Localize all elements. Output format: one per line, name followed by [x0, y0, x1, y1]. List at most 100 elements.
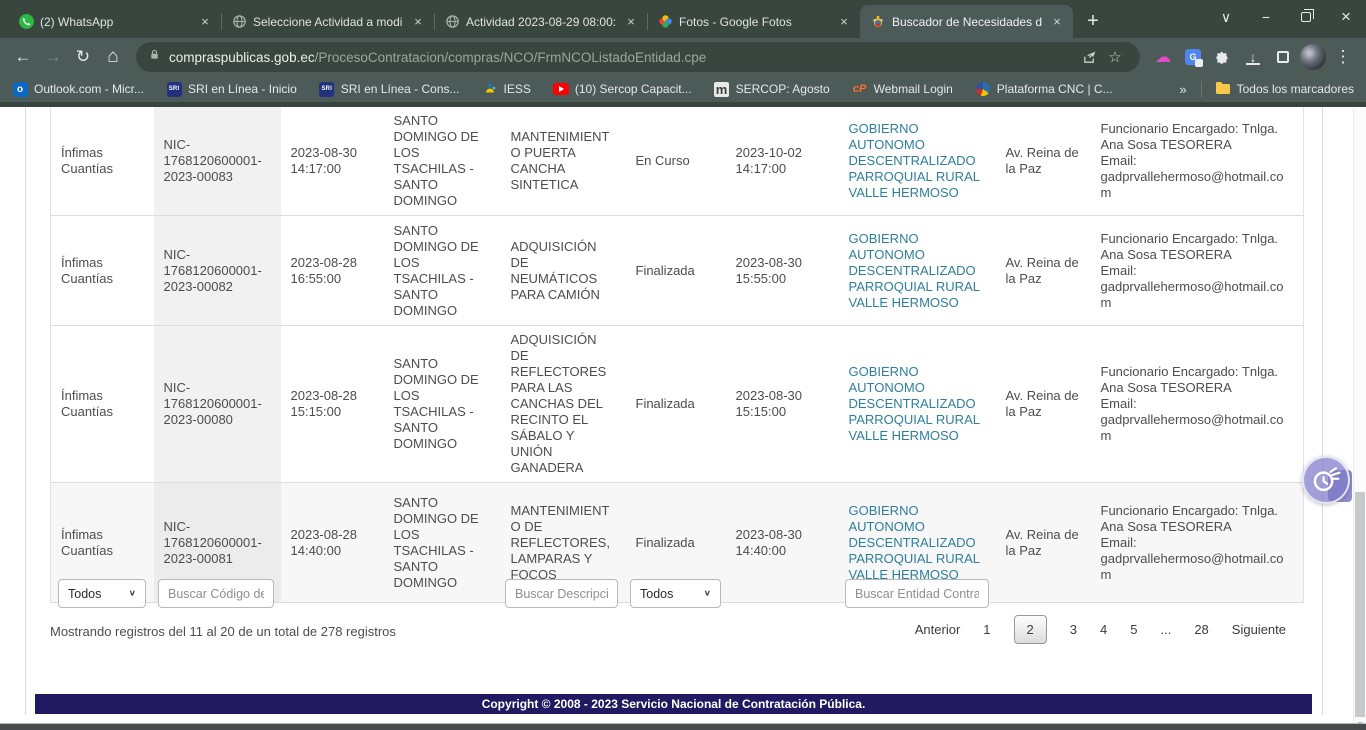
cell-descripcion: MANTENIMIENTO PUERTA CANCHA SINTETICA — [501, 107, 626, 216]
all-bookmarks-button[interactable]: Todos los marcadores — [1216, 82, 1354, 96]
table-row: Ínfimas Cuantías NIC-1768120600001-2023-… — [51, 326, 1304, 483]
tab-buscador-necesidades-active[interactable]: Buscador de Necesidades d × — [860, 5, 1073, 38]
tab-close-icon[interactable]: × — [1049, 14, 1065, 30]
entity-link[interactable]: GOBIERNO AUTONOMO DESCENTRALIZADO PARROQ… — [849, 121, 980, 200]
whatsapp-icon — [18, 14, 34, 30]
tab-actividad[interactable]: Actividad 2023-08-29 08:00: × — [434, 5, 647, 38]
cell-tipo: Ínfimas Cuantías — [51, 107, 154, 216]
bookmark-sercop-youtube[interactable]: (10) Sercop Capacit... — [553, 81, 692, 97]
bookmark-label: IESS — [504, 82, 531, 96]
email-text: Email: gadprvallehermoso@hotmail.com — [1101, 396, 1284, 443]
bookmark-webmail[interactable]: cP Webmail Login — [852, 81, 953, 97]
entity-link[interactable]: GOBIERNO AUTONOMO DESCENTRALIZADO PARROQ… — [849, 364, 980, 443]
bookmark-outlook[interactable]: o Outlook.com - Micr... — [12, 81, 144, 97]
pagination-anterior[interactable]: Anterior — [915, 622, 961, 637]
horizontal-scrollbar-strip[interactable] — [0, 723, 1366, 730]
pagination-page-2-current[interactable]: 2 — [1014, 615, 1047, 644]
tab-seleccione-actividad[interactable]: Seleccione Actividad a modi × — [221, 5, 434, 38]
cell-descripcion: ADQUISICIÓN DE NEUMÁTICOS PARA CAMIÓN — [501, 216, 626, 326]
bookmark-sri-inicio[interactable]: SRI SRI en Línea - Inicio — [166, 81, 297, 97]
filter-tipo-select[interactable]: Todos ∨ — [58, 579, 146, 608]
tab-title: Seleccione Actividad a modi — [253, 15, 404, 29]
bookmark-label: (10) Sercop Capacit... — [575, 82, 692, 96]
tab-google-fotos[interactable]: Fotos - Google Fotos × — [647, 5, 860, 38]
pagination-page-4[interactable]: 4 — [1100, 622, 1107, 637]
translate-icon[interactable]: G — [1178, 42, 1208, 72]
cell-contacto: Funcionario Encargado: Tnlga. Ana Sosa T… — [1091, 216, 1304, 326]
moodle-icon: m — [714, 81, 730, 97]
url-text: compraspublicas.gob.ec/ProcesoContrataci… — [169, 50, 1076, 65]
bookmark-sri-consultas[interactable]: SRI SRI en Línea - Cons... — [319, 81, 460, 97]
cloud-extension-icon[interactable]: ☁ — [1148, 42, 1178, 72]
cell-fecha-publicacion: 2023-08-28 15:15:00 — [281, 326, 384, 483]
menu-dots-icon[interactable]: ⋮ — [1328, 42, 1358, 72]
cell-direccion: Av. Reina de la Paz — [996, 107, 1091, 216]
site-footer: Copyright © 2008 - 2023 Servicio Naciona… — [35, 694, 1312, 714]
filter-codigo-input[interactable] — [158, 579, 274, 608]
cell-estado: Finalizada — [626, 216, 726, 326]
scrollbar-thumb[interactable] — [1355, 492, 1365, 717]
filter-estado-select[interactable]: Todos ∨ — [630, 579, 721, 608]
tab-search-chevron-icon[interactable]: ∨ — [1206, 0, 1246, 34]
home-icon[interactable]: ⌂ — [98, 42, 128, 72]
pagination-page-1[interactable]: 1 — [983, 622, 990, 637]
pagination-page-3[interactable]: 3 — [1070, 622, 1077, 637]
tab-close-icon[interactable]: × — [836, 14, 852, 30]
restore-icon[interactable] — [1286, 0, 1326, 34]
profile-avatar[interactable] — [1298, 42, 1328, 72]
globe-icon — [231, 14, 247, 30]
funcionario-text: Funcionario Encargado: Tnlga. Ana Sosa T… — [1101, 503, 1279, 534]
pagination-ellipsis: ... — [1160, 622, 1171, 637]
cell-fecha-publicacion: 2023-08-30 14:17:00 — [281, 107, 384, 216]
records-info-text: Mostrando registros del 11 al 20 de un t… — [50, 624, 396, 639]
cell-direccion: Av. Reina de la Paz — [996, 326, 1091, 483]
close-window-icon[interactable]: × — [1326, 0, 1366, 34]
pagination-siguiente[interactable]: Siguiente — [1232, 622, 1286, 637]
back-icon[interactable]: ← — [8, 42, 38, 72]
address-bar[interactable]: compraspublicas.gob.ec/ProcesoContrataci… — [136, 42, 1140, 72]
minimize-icon[interactable]: − — [1246, 0, 1286, 34]
iess-icon — [482, 81, 498, 97]
clock-wings-icon — [1310, 464, 1342, 496]
cell-provincia: SANTO DOMINGO DE LOS TSACHILAS - SANTO D… — [384, 326, 501, 483]
bookmark-plataforma-cnc[interactable]: Plataforma CNC | C... — [975, 81, 1113, 97]
bookmark-iess[interactable]: IESS — [482, 81, 531, 97]
url-path: /ProcesoContratacion/compras/NCO/FrmNCOL… — [315, 50, 707, 65]
bookmark-star-icon[interactable]: ☆ — [1102, 44, 1128, 70]
cell-direccion: Av. Reina de la Paz — [996, 216, 1091, 326]
table-filters: Todos ∨ Todos ∨ — [0, 579, 1366, 609]
tab-manager-icon[interactable] — [1268, 42, 1298, 72]
divider — [1201, 81, 1202, 97]
cell-entidad: GOBIERNO AUTONOMO DESCENTRALIZADO PARROQ… — [839, 107, 996, 216]
bookmark-label: Webmail Login — [874, 82, 953, 96]
procurement-table: Ínfimas Cuantías NIC-1768120600001-2023-… — [50, 107, 1304, 603]
tab-close-icon[interactable]: × — [623, 14, 639, 30]
puzzle-extensions-icon[interactable] — [1208, 42, 1238, 72]
vertical-scrollbar[interactable]: ▾ — [1353, 107, 1366, 730]
pagination-page-28[interactable]: 28 — [1194, 622, 1208, 637]
email-text: Email: gadprvallehermoso@hotmail.com — [1101, 153, 1284, 200]
tab-close-icon[interactable]: × — [197, 14, 213, 30]
new-tab-button[interactable]: + — [1079, 8, 1107, 36]
pagination-page-5[interactable]: 5 — [1130, 622, 1137, 637]
cell-fecha-limite: 2023-08-30 15:55:00 — [726, 216, 839, 326]
funcionario-text: Funcionario Encargado: Tnlga. Ana Sosa T… — [1101, 231, 1279, 262]
forward-icon[interactable]: → — [38, 42, 68, 72]
tab-close-icon[interactable]: × — [410, 14, 426, 30]
entity-link[interactable]: GOBIERNO AUTONOMO DESCENTRALIZADO PARROQ… — [849, 503, 980, 582]
timer-widget[interactable] — [1302, 456, 1350, 504]
tab-whatsapp[interactable]: (2) WhatsApp × — [8, 5, 221, 38]
filter-descripcion-input[interactable] — [505, 579, 618, 608]
folder-icon — [1216, 84, 1230, 94]
download-icon[interactable]: ↓ — [1238, 42, 1268, 72]
google-photos-icon — [657, 14, 673, 30]
filter-entidad-input[interactable] — [845, 579, 989, 608]
entity-link[interactable]: GOBIERNO AUTONOMO DESCENTRALIZADO PARROQ… — [849, 231, 980, 310]
share-icon[interactable] — [1076, 44, 1102, 70]
reload-icon[interactable]: ↻ — [68, 42, 98, 72]
url-domain: compraspublicas.gob.ec — [169, 50, 315, 65]
tab-title: Actividad 2023-08-29 08:00: — [466, 15, 617, 29]
bookmark-sercop-agosto[interactable]: m SERCOP: Agosto — [714, 81, 830, 97]
table-row: Ínfimas Cuantías NIC-1768120600001-2023-… — [51, 216, 1304, 326]
bookmarks-overflow-icon[interactable]: » — [1179, 82, 1186, 97]
